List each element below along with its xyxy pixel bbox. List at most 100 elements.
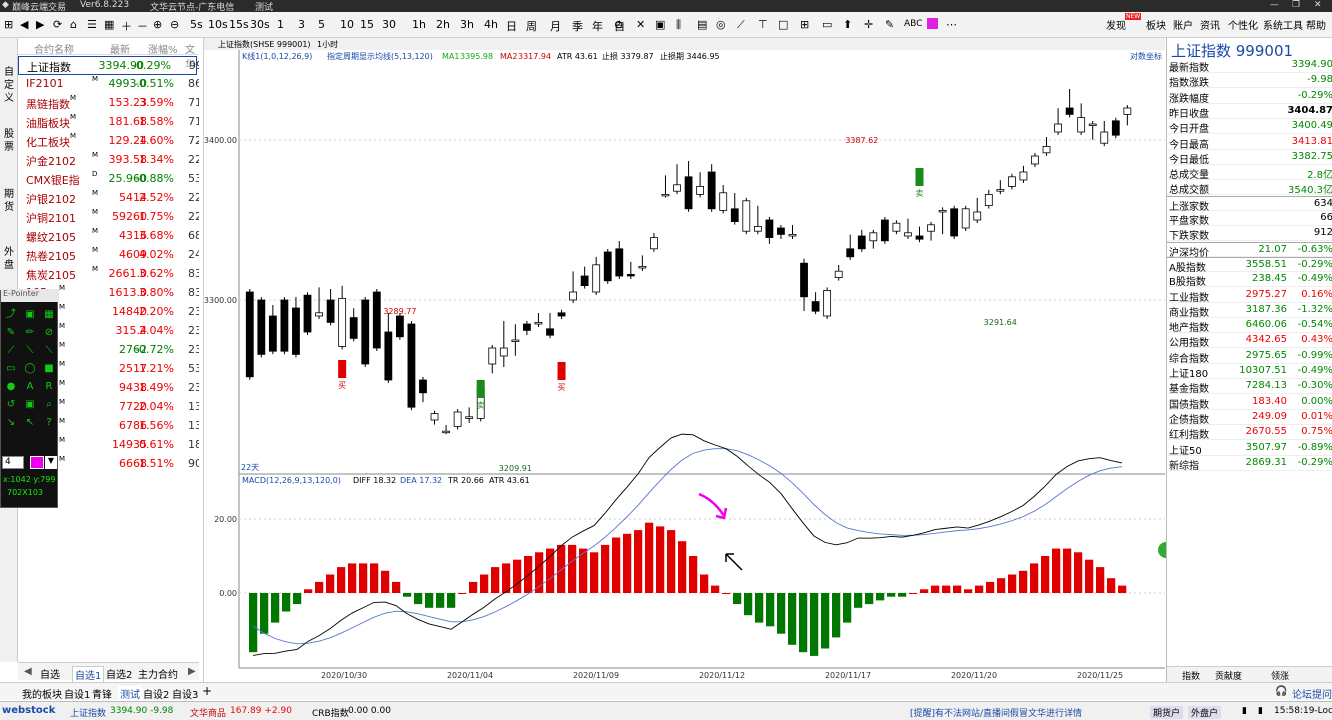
epointer-ray-icon[interactable]: ⟍ <box>23 345 37 357</box>
tab-custom[interactable]: 自定义 <box>2 66 16 105</box>
tab-overseas[interactable]: 外盘 <box>2 246 16 272</box>
close-icon[interactable]: ✕ <box>1314 0 1322 10</box>
sheet-tab-qingfeng[interactable]: 青锋 <box>92 686 112 701</box>
quote-tab-index[interactable]: 指数 <box>1182 669 1200 682</box>
menu-help[interactable]: 帮助 <box>1306 17 1326 32</box>
line-width-select[interactable]: 4 <box>2 456 24 469</box>
menu-system-tools[interactable]: 系统工具 <box>1263 17 1303 32</box>
epointer-move-icon[interactable]: ⤴ <box>4 309 18 321</box>
epointer-line-icon[interactable]: ⟋ <box>4 345 18 357</box>
period-button-6[interactable]: 5 <box>318 18 325 31</box>
zoom-in-icon[interactable]: ⊕ <box>153 18 162 31</box>
watchlist-row[interactable]: 黑链指数 M 153.23 3.59% 71 <box>18 94 199 113</box>
epointer-rect-icon[interactable]: ▭ <box>4 363 18 375</box>
status-notice[interactable]: [提醒]有不法网站/直播间假冒文华进行详情 <box>910 706 1082 719</box>
sheet-tab-my-sector[interactable]: 我的板块 <box>22 686 62 701</box>
watchlist-row[interactable]: 焦炭2105 M 2661.0 3.62% 83 <box>18 265 199 284</box>
quote-tab-change[interactable]: 领涨 <box>1271 669 1289 682</box>
menu-account[interactable]: 账户 <box>1173 17 1193 32</box>
group-tab-2[interactable]: 自选1 <box>72 666 105 683</box>
sheet-tab-custom1[interactable]: 自设1 <box>64 686 90 701</box>
forward-icon[interactable]: ▶ <box>36 18 44 31</box>
epointer-text2-icon[interactable]: R <box>42 381 56 393</box>
tabs-scroll-left-icon[interactable]: ◀ <box>24 666 32 677</box>
period-button-5[interactable]: 3 <box>298 18 305 31</box>
tab-stocks[interactable]: 股票 <box>2 128 16 154</box>
color-picker-swatch[interactable] <box>927 18 938 29</box>
epointer-arrow-icon[interactable]: ↘ <box>4 417 18 429</box>
group-tab-3[interactable]: 自选2 <box>106 666 132 681</box>
watchlist-row[interactable]: 上证指数3394.90-0.29%9996 <box>18 56 199 75</box>
col-name[interactable]: 合约名称 <box>34 41 74 56</box>
color-dropdown-icon[interactable]: ▼ <box>45 456 57 469</box>
epointer-eraser-icon[interactable]: ⊘ <box>42 327 56 339</box>
epointer-pencil-icon[interactable]: ✏ <box>23 327 37 339</box>
group-tab-4[interactable]: 主力合约 <box>138 666 178 681</box>
period-button-12[interactable]: 3h <box>460 18 474 31</box>
epointer-screen-icon[interactable]: ▣ <box>23 399 37 411</box>
period-button-2[interactable]: 15s <box>229 18 249 31</box>
epointer-pen-icon[interactable]: ✎ <box>4 327 18 339</box>
epointer-image-icon[interactable]: ▦ <box>42 309 56 321</box>
kline-macd-chart[interactable]: 上证指数(SHSE 999001) 1小时 K线1(1,0,12,26,9) 指定周期… <box>204 38 1178 682</box>
tab-futures[interactable]: 期货 <box>2 188 16 214</box>
watchlist-row[interactable]: 热卷2105 M 4609 4.02% 24 <box>18 246 199 265</box>
epointer-zoom-icon[interactable]: ⌕ <box>42 399 56 411</box>
add-sheet-icon[interactable]: + <box>202 684 212 698</box>
epointer-save-icon[interactable]: ▣ <box>23 309 37 321</box>
drawline-icon[interactable]: ⊘ <box>614 18 623 31</box>
rect-icon[interactable]: ▣ <box>655 18 665 31</box>
cross-icon[interactable]: ✛ <box>864 18 873 31</box>
square-icon[interactable]: □ <box>778 18 788 31</box>
period-button-3[interactable]: 30s <box>250 18 270 31</box>
pen-icon[interactable]: ✎ <box>885 18 894 31</box>
indicator-icon[interactable]: ✕ <box>636 18 645 31</box>
overseas-account-button[interactable]: 外盘户 <box>1188 706 1222 719</box>
up-arrow-icon[interactable]: ⬆ <box>843 18 852 31</box>
period-button-17[interactable]: 季 <box>572 18 583 34</box>
watchlist-row[interactable]: 沪银2102 M 5414 2.52% 22 <box>18 189 199 208</box>
back-icon[interactable]: ◀ <box>20 18 28 31</box>
forum-icon[interactable]: 🎧 <box>1275 686 1287 697</box>
watchlist-row[interactable]: 沪铜2101 M 59260 1.75% 22 <box>18 208 199 227</box>
period-button-4[interactable]: 1 <box>277 18 284 31</box>
line-color-swatch[interactable] <box>30 456 44 469</box>
period-button-7[interactable]: 10 <box>340 18 354 31</box>
epointer-undo-icon[interactable]: ↺ <box>4 399 18 411</box>
watchlist-row[interactable]: IF2101 M 4993.0 -0.51% 86 <box>18 75 199 94</box>
period-button-8[interactable]: 15 <box>360 18 374 31</box>
list-icon[interactable]: ☰ <box>87 18 97 31</box>
window-switch-icon[interactable]: ⊞ <box>4 18 13 31</box>
plus-icon[interactable]: ＋ <box>121 18 132 34</box>
period-button-18[interactable]: 年 <box>592 18 603 34</box>
epointer-ellipse-icon[interactable]: ◯ <box>23 363 37 375</box>
grid-icon[interactable]: ⊞ <box>800 18 809 31</box>
tabs-scroll-right-icon[interactable]: ▶ <box>188 666 196 677</box>
window-icon[interactable]: ▭ <box>822 18 832 31</box>
quote-tab-contribution[interactable]: 贡献度 <box>1215 669 1242 682</box>
watchlist-row[interactable]: 沪金2102 M 393.58 1.34% 22 <box>18 151 199 170</box>
sheet-tab-custom3[interactable]: 自设3 <box>172 686 198 701</box>
epointer-text-icon[interactable]: A <box>23 381 37 393</box>
watchlist-row[interactable]: 化工板块 M 129.24 1.60% 72 <box>18 132 199 151</box>
menu-personalize[interactable]: 个性化 <box>1228 17 1258 32</box>
col-price[interactable]: 最新 <box>110 41 130 56</box>
abc-icon[interactable]: ABC <box>904 19 922 29</box>
epointer-segment-icon[interactable]: ⟍ <box>42 345 56 357</box>
candle-icon[interactable]: ⫼ <box>676 18 681 32</box>
chart-area[interactable]: 上证指数(SHSE 999001) 1小时 K线1(1,0,12,26,9) 指定周期… <box>203 38 1178 682</box>
bullseye-icon[interactable]: ◎ <box>716 18 726 31</box>
chart-icon[interactable]: ▦ <box>104 18 114 31</box>
group-tab-1[interactable]: 自选 <box>40 666 60 681</box>
tick-icon[interactable]: ⊤ <box>758 18 768 31</box>
col-change[interactable]: 涨幅% <box>148 41 178 56</box>
line-icon[interactable]: ⟋ <box>737 18 745 32</box>
epointer-title[interactable]: E-Pointer <box>1 289 59 302</box>
menu-news[interactable]: 资讯 <box>1200 17 1220 32</box>
period-button-10[interactable]: 1h <box>412 18 426 31</box>
period-button-14[interactable]: 日 <box>506 18 517 34</box>
menu-discover[interactable]: 发现 <box>1106 17 1126 32</box>
period-button-1[interactable]: 10s <box>208 18 228 31</box>
maximize-icon[interactable]: ❐ <box>1292 0 1300 10</box>
period-button-11[interactable]: 2h <box>436 18 450 31</box>
